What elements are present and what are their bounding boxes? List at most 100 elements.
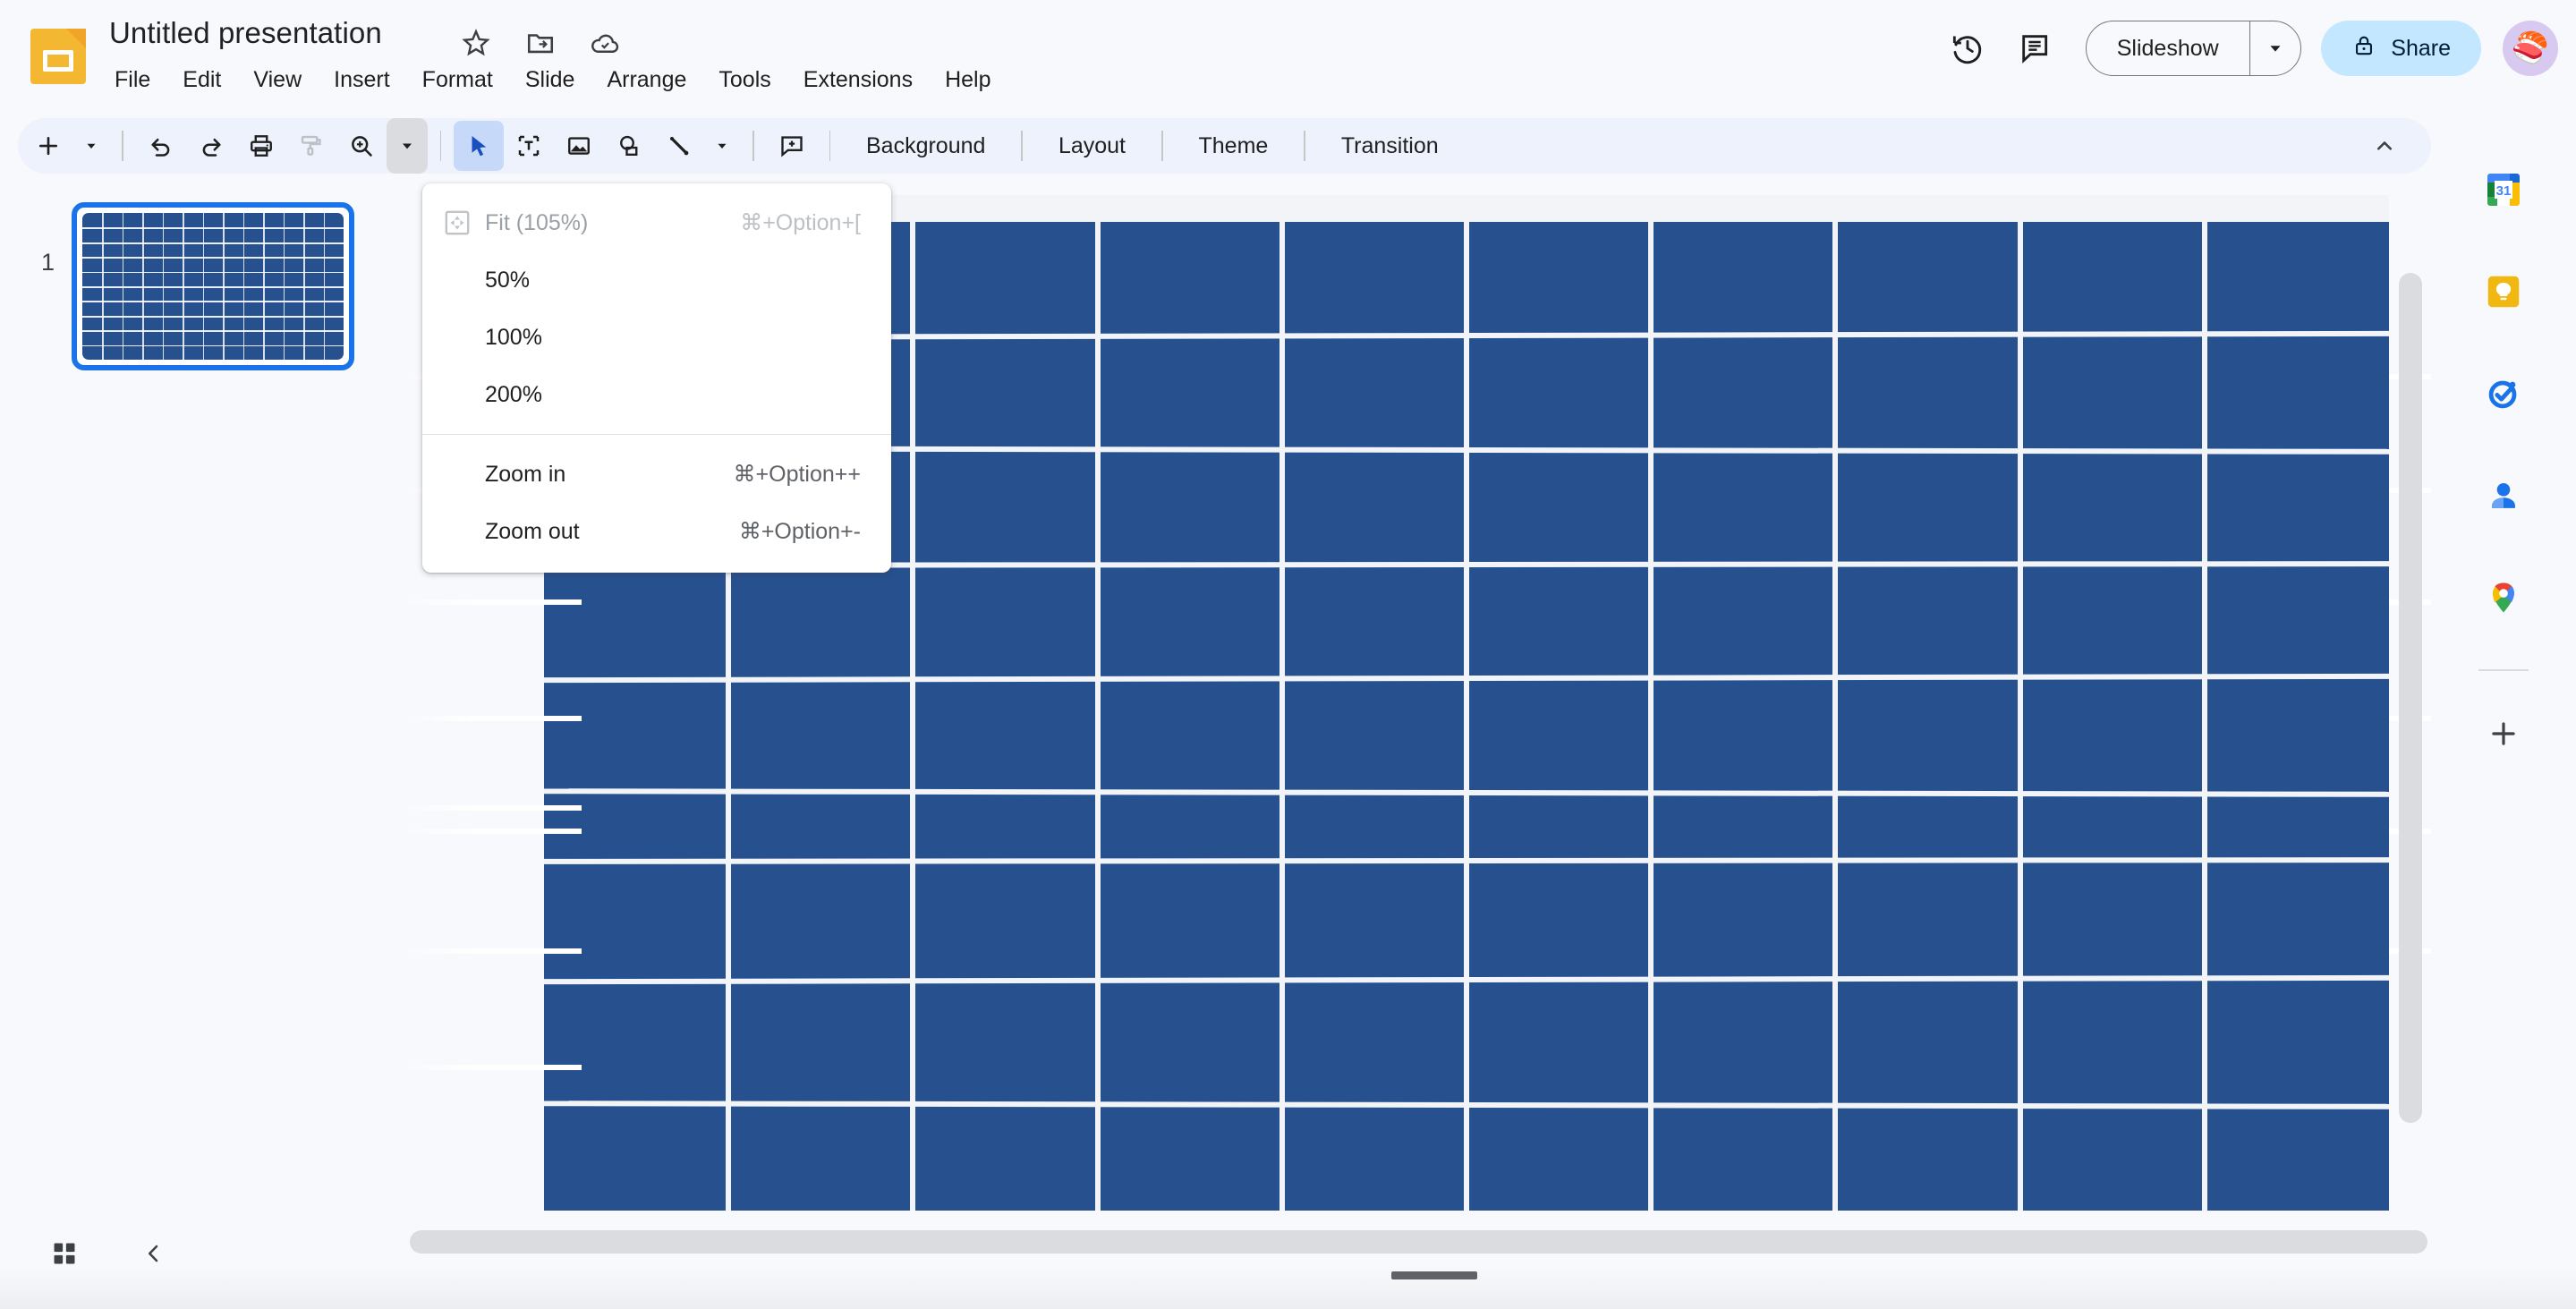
- line-caret[interactable]: [704, 121, 740, 171]
- add-comment-button[interactable]: [767, 121, 817, 171]
- zoom-dropdown-menu[interactable]: Fit (105%) ⌘+Option+[ 50% 100% 200% Zoom…: [422, 183, 891, 573]
- panel-grid-vline: [1648, 195, 1654, 1211]
- zoom-menu-label-zoom-in: Zoom in: [485, 461, 566, 487]
- avatar[interactable]: 🍣: [2503, 21, 2558, 76]
- grid-view-icon[interactable]: [36, 1225, 93, 1282]
- solar-panel-image-thumb: [82, 213, 344, 360]
- text-box-button[interactable]: [504, 121, 554, 171]
- thumb-grid-hline: [82, 257, 344, 259]
- bottom-shadow: [0, 1266, 2576, 1309]
- move-to-folder-icon[interactable]: [523, 25, 558, 61]
- panel-grid-vline: [1832, 195, 1839, 1211]
- menu-tools[interactable]: Tools: [702, 63, 786, 98]
- version-history-icon[interactable]: [1934, 14, 2002, 82]
- shape-button[interactable]: [604, 121, 654, 171]
- toolbar-divider-6: [1161, 131, 1163, 161]
- top-right-actions: Slideshow Share 🍣: [1934, 14, 2558, 82]
- zoom-menu-label-50: 50%: [485, 267, 531, 293]
- zoom-dropdown-caret[interactable]: [386, 118, 428, 174]
- rail-divider: [2478, 669, 2529, 671]
- google-keep-icon[interactable]: [2464, 252, 2543, 331]
- document-title[interactable]: Untitled presentation: [109, 16, 382, 50]
- zoom-menu-item-zoom-out[interactable]: Zoom out ⌘+Option+-: [422, 503, 891, 560]
- zoom-menu-item-fit[interactable]: Fit (105%) ⌘+Option+[: [422, 194, 891, 251]
- menu-insert[interactable]: Insert: [318, 63, 406, 98]
- new-slide-caret[interactable]: [73, 121, 109, 171]
- zoom-menu-item-200[interactable]: 200%: [422, 366, 891, 423]
- avatar-glyph: 🍣: [2511, 31, 2550, 65]
- zoom-menu-item-50[interactable]: 50%: [422, 251, 891, 309]
- panel-grid-vline: [1464, 195, 1469, 1211]
- slideshow-button[interactable]: Slideshow: [2087, 21, 2249, 75]
- layout-button[interactable]: Layout: [1035, 133, 1149, 159]
- menu-format[interactable]: Format: [406, 63, 509, 98]
- menu-arrange[interactable]: Arrange: [591, 63, 702, 98]
- share-button-label: Share: [2391, 35, 2451, 61]
- zoom-menu-label-200: 200%: [485, 381, 542, 407]
- list-item[interactable]: 1: [0, 195, 403, 374]
- google-tasks-icon[interactable]: [2464, 354, 2543, 433]
- title-action-group: [458, 25, 623, 61]
- menu-edit[interactable]: Edit: [166, 63, 237, 98]
- canvas-vertical-scrollbar[interactable]: [2399, 273, 2422, 1123]
- share-button[interactable]: Share: [2321, 21, 2481, 76]
- panel-grid-hline: [544, 856, 2389, 864]
- star-icon[interactable]: [458, 25, 494, 61]
- thumb-grid-hline: [82, 301, 344, 303]
- google-contacts-icon[interactable]: [2464, 456, 2543, 535]
- svg-text:31: 31: [2496, 183, 2512, 199]
- panel-grid-vline: [1279, 195, 1285, 1211]
- menu-extensions[interactable]: Extensions: [787, 63, 929, 98]
- bottom-bar: [0, 1211, 2576, 1309]
- speaker-notes-drag-handle[interactable]: [1391, 1271, 1477, 1279]
- menu-view[interactable]: View: [237, 63, 318, 98]
- slide-number: 1: [41, 249, 55, 276]
- google-calendar-icon[interactable]: 31: [2464, 150, 2543, 229]
- zoom-menu-label-100: 100%: [485, 324, 542, 350]
- chevron-left-icon[interactable]: [125, 1225, 183, 1282]
- toolbar-divider-2: [439, 131, 441, 161]
- thumb-grid-hline: [82, 227, 344, 230]
- slideshow-dropdown-caret[interactable]: [2250, 21, 2300, 75]
- google-maps-icon[interactable]: [2464, 558, 2543, 637]
- thumb-grid-hline: [82, 330, 344, 332]
- chevron-up-icon[interactable]: [2359, 121, 2410, 171]
- thumb-grid-hline: [82, 315, 344, 318]
- menu-file[interactable]: File: [109, 63, 166, 98]
- toolbar-divider-5: [1021, 131, 1023, 161]
- menu-slide[interactable]: Slide: [509, 63, 591, 98]
- redo-button[interactable]: [186, 121, 236, 171]
- add-ons-plus-icon[interactable]: [2464, 694, 2543, 773]
- zoom-menu-item-zoom-in[interactable]: Zoom in ⌘+Option++: [422, 446, 891, 503]
- new-slide-button[interactable]: [23, 121, 73, 171]
- zoom-menu-accel-zoom-in: ⌘+Option++: [733, 462, 861, 487]
- zoom-menu-item-100[interactable]: 100%: [422, 309, 891, 366]
- transition-button[interactable]: Transition: [1318, 133, 1462, 159]
- menu-help[interactable]: Help: [929, 63, 1007, 98]
- theme-button[interactable]: Theme: [1176, 133, 1292, 159]
- cloud-saved-icon[interactable]: [587, 25, 623, 61]
- canvas-horizontal-scrollbar[interactable]: [410, 1230, 2427, 1254]
- slide-thumbnail-1[interactable]: [72, 202, 354, 370]
- zoom-button[interactable]: [336, 121, 387, 171]
- line-button[interactable]: [654, 121, 704, 171]
- app-icon-inner-rect: [43, 50, 73, 72]
- panel-grid-vline: [2017, 195, 2023, 1211]
- background-button[interactable]: Background: [843, 133, 1008, 159]
- paint-format-button[interactable]: [286, 121, 336, 171]
- panel-grid-vline: [2201, 195, 2207, 1211]
- thumb-grid-hline: [82, 286, 344, 288]
- panel-grid-vline: [910, 195, 916, 1211]
- toolbar-divider-3: [752, 131, 754, 161]
- menu-bar: File Edit View Insert Format Slide Arran…: [109, 63, 1007, 98]
- toolbar-divider-4: [829, 131, 830, 161]
- insert-image-button[interactable]: [554, 121, 604, 171]
- zoom-menu-label-fit: Fit (105%): [485, 209, 589, 235]
- slides-app-icon[interactable]: [30, 29, 86, 84]
- select-tool-button[interactable]: [454, 121, 504, 171]
- comment-history-icon[interactable]: [2002, 14, 2070, 82]
- zoom-menu-accel-fit: ⌘+Option+[: [740, 210, 861, 235]
- print-button[interactable]: [236, 121, 286, 171]
- undo-button[interactable]: [136, 121, 186, 171]
- zoom-menu-separator: [422, 434, 891, 435]
